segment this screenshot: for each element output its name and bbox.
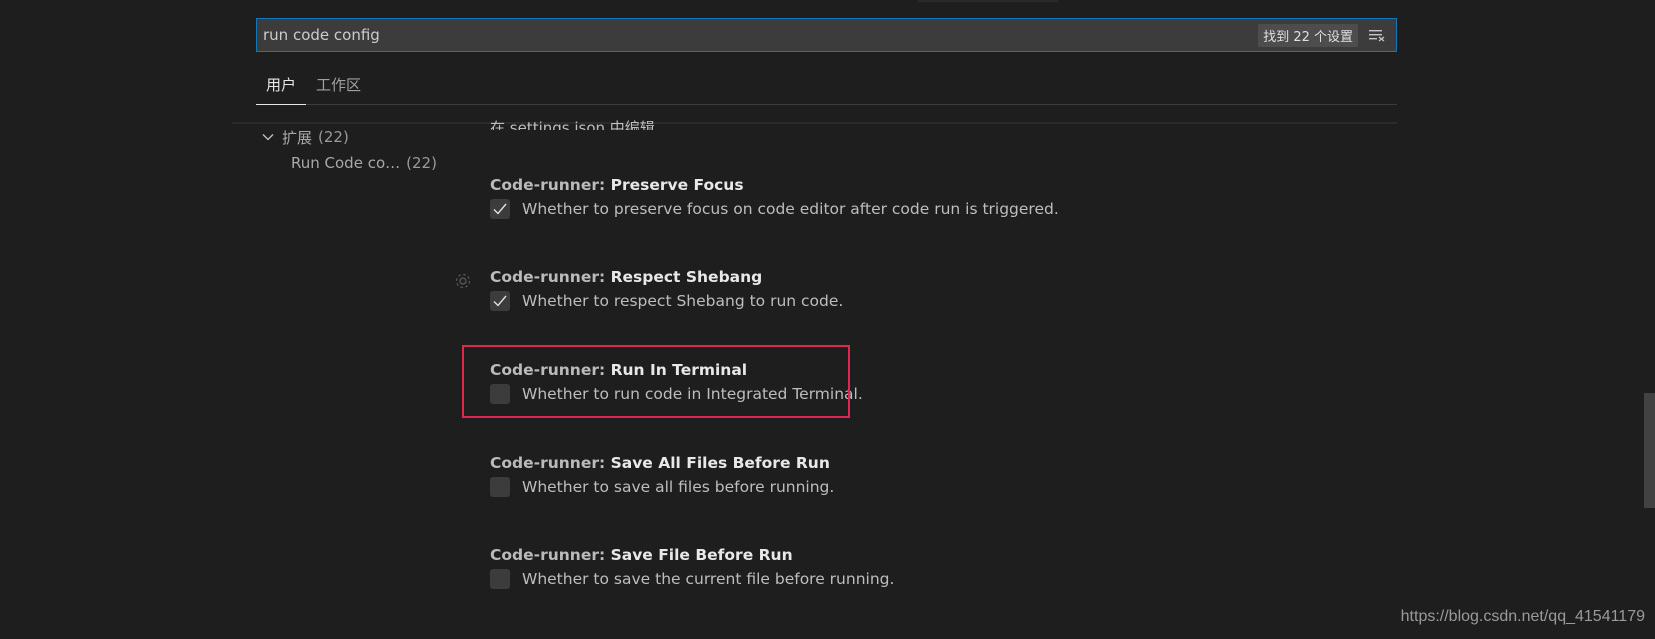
save-all-files-before-run-checkbox[interactable] — [490, 477, 510, 497]
setting-description: Whether to run code in Integrated Termin… — [522, 385, 863, 403]
setting-name: Save All Files Before Run — [610, 454, 830, 472]
setting-name: Respect Shebang — [610, 268, 763, 286]
setting-run-in-terminal: Code-runner: Run In Terminal Whether to … — [490, 359, 1390, 404]
toc-group-extensions[interactable]: 扩展 (22) — [260, 124, 460, 150]
setting-save-file-before-run: Code-runner: Save File Before Run Whethe… — [490, 544, 1390, 589]
toc-item-count: (22) — [406, 154, 437, 172]
setting-name: Save File Before Run — [610, 546, 793, 564]
tab-user[interactable]: 用户 — [256, 66, 307, 105]
run-in-terminal-checkbox[interactable] — [490, 384, 510, 404]
toc-group-label: 扩展 — [282, 128, 313, 147]
vertical-scrollbar-thumb[interactable] — [1644, 393, 1655, 508]
editor-tab-indicator — [918, 0, 1058, 2]
toc-group-count: (22) — [318, 128, 349, 146]
settings-search-box[interactable]: 找到 22 个设置 — [256, 18, 1397, 52]
settings-scope-tabs: 用户 工作区 — [256, 66, 1397, 105]
search-result-count-badge: 找到 22 个设置 — [1258, 23, 1358, 47]
setting-title: Code-runner: Preserve Focus — [490, 174, 1390, 196]
setting-save-all-files-before-run: Code-runner: Save All Files Before Run W… — [490, 452, 1390, 497]
toc-item-label: Run Code co… — [291, 154, 401, 172]
setting-category: Code-runner: — [490, 268, 611, 286]
edit-in-settings-json-link[interactable]: 在 settings.json 中编辑 — [490, 114, 655, 130]
setting-category: Code-runner: — [490, 454, 611, 472]
setting-category: Code-runner: — [490, 546, 611, 564]
settings-toc: 扩展 (22) Run Code co… (22) — [260, 124, 460, 176]
setting-name: Run In Terminal — [610, 361, 748, 379]
setting-description: Whether to respect Shebang to run code. — [522, 292, 844, 310]
setting-description: Whether to save all files before running… — [522, 478, 835, 496]
clear-filter-icon[interactable] — [1366, 24, 1388, 46]
watermark-url: https://blog.csdn.net/qq_41541179 — [1400, 608, 1645, 625]
settings-search-input[interactable] — [257, 19, 1259, 51]
respect-shebang-checkbox[interactable] — [490, 291, 510, 311]
settings-editor: 找到 22 个设置 用户 工作区 扩展 (22) Run Code — [0, 0, 1655, 639]
setting-description: Whether to save the current file before … — [522, 570, 895, 588]
setting-category: Code-runner: — [490, 361, 611, 379]
setting-description: Whether to preserve focus on code editor… — [522, 200, 1059, 218]
toc-item-run-code-config[interactable]: Run Code co… (22) — [260, 150, 460, 176]
setting-title: Code-runner: Respect Shebang — [490, 266, 1390, 288]
setting-title: Code-runner: Save File Before Run — [490, 544, 1390, 566]
chevron-down-icon — [260, 129, 276, 145]
gear-icon[interactable] — [454, 272, 472, 290]
save-file-before-run-checkbox[interactable] — [490, 569, 510, 589]
setting-title: Code-runner: Save All Files Before Run — [490, 452, 1390, 474]
setting-category: Code-runner: — [490, 176, 611, 194]
tab-workspace[interactable]: 工作区 — [306, 66, 371, 104]
setting-respect-shebang: Code-runner: Respect Shebang Whether to … — [490, 266, 1390, 311]
setting-preserve-focus: Code-runner: Preserve Focus Whether to p… — [490, 174, 1390, 219]
setting-title: Code-runner: Run In Terminal — [490, 359, 1390, 381]
preserve-focus-checkbox[interactable] — [490, 199, 510, 219]
setting-name: Preserve Focus — [610, 176, 744, 194]
